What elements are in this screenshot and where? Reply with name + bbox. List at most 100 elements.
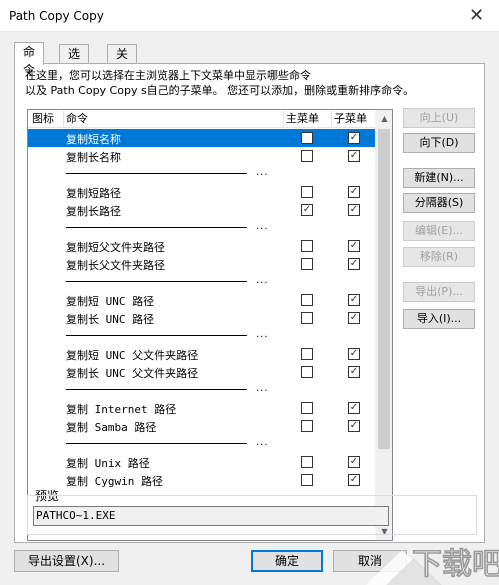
separator-row[interactable]: ... bbox=[28, 219, 377, 237]
sub-menu-checkbox[interactable]: ✓ bbox=[348, 420, 360, 432]
command-name: 复制长父文件夹路径 bbox=[66, 259, 165, 272]
separator-line bbox=[66, 173, 247, 174]
main-menu-checkbox[interactable] bbox=[301, 240, 313, 252]
sub-menu-checkbox[interactable]: ✓ bbox=[348, 294, 360, 306]
main-menu-checkbox[interactable] bbox=[301, 186, 313, 198]
command-name: 复制短父文件夹路径 bbox=[66, 241, 165, 254]
main-menu-checkbox[interactable] bbox=[301, 150, 313, 162]
header-sub-menu[interactable]: 子菜单 bbox=[334, 110, 376, 128]
description: 在这里，您可以选择在主浏览器上下文菜单中显示哪些命令 以及 Path Copy … bbox=[25, 68, 414, 98]
tab-options[interactable]: 选项 bbox=[59, 44, 90, 79]
main-menu-checkbox[interactable] bbox=[301, 366, 313, 378]
command-name: 复制长路径 bbox=[66, 205, 121, 218]
command-name: 复制短 UNC 父文件夹路径 bbox=[66, 349, 199, 362]
separator-dots: ... bbox=[256, 167, 269, 178]
command-name: 复制 Unix 路径 bbox=[66, 457, 150, 470]
export-button[interactable]: 导出(P)... bbox=[403, 282, 475, 302]
separator-line bbox=[66, 389, 247, 390]
tab-about[interactable]: 关于 bbox=[107, 44, 138, 79]
command-name: 复制长 UNC 父文件夹路径 bbox=[66, 367, 199, 380]
sub-menu-checkbox[interactable]: ✓ bbox=[348, 474, 360, 486]
main-menu-checkbox[interactable]: ✓ bbox=[301, 204, 313, 216]
move-up-button[interactable]: 向上(U) bbox=[403, 108, 475, 128]
command-name: 复制 Samba 路径 bbox=[66, 421, 157, 434]
commands-list[interactable]: 图标 命令 主菜单 子菜单 复制短名称 ✓ 复制长名称 ✓... 复制短路径 ✓ 复制长路径… bbox=[27, 109, 393, 541]
sub-menu-checkbox[interactable]: ✓ bbox=[348, 366, 360, 378]
import-button[interactable]: 导入(I)... bbox=[403, 309, 475, 329]
command-row[interactable]: 复制 Cygwin 路径 ✓ bbox=[28, 471, 377, 489]
command-name: 复制短名称 bbox=[66, 133, 121, 146]
description-line-2: 以及 Path Copy Copy s自己的子菜单。 您还可以添加，删除或重新排… bbox=[25, 84, 415, 97]
sub-menu-checkbox[interactable]: ✓ bbox=[348, 258, 360, 270]
command-row[interactable]: 复制长 UNC 父文件夹路径 ✓ bbox=[28, 363, 377, 381]
description-line-1: 在这里，您可以选择在主浏览器上下文菜单中显示哪些命令 bbox=[25, 69, 311, 82]
sub-menu-checkbox[interactable]: ✓ bbox=[348, 402, 360, 414]
main-menu-checkbox[interactable] bbox=[301, 258, 313, 270]
sub-menu-checkbox[interactable]: ✓ bbox=[348, 186, 360, 198]
main-menu-checkbox[interactable] bbox=[301, 132, 313, 144]
command-row[interactable]: 复制短名称 ✓ bbox=[28, 129, 377, 147]
command-row[interactable]: 复制短 UNC 路径 ✓ bbox=[28, 291, 377, 309]
header-icon[interactable]: 图标 bbox=[32, 110, 64, 128]
separator-dots: ... bbox=[256, 329, 269, 340]
command-row[interactable]: 复制长路径 ✓ ✓ bbox=[28, 201, 377, 219]
separator-row[interactable]: ... bbox=[28, 327, 377, 345]
vertical-scrollbar[interactable]: ▲ ▼ bbox=[375, 110, 392, 540]
header-main-menu[interactable]: 主菜单 bbox=[286, 110, 332, 128]
command-row[interactable]: 复制短 UNC 父文件夹路径 ✓ bbox=[28, 345, 377, 363]
main-menu-checkbox[interactable] bbox=[301, 312, 313, 324]
tab-commands[interactable]: 命令 bbox=[14, 42, 45, 77]
scroll-up-icon[interactable]: ▲ bbox=[376, 110, 392, 127]
command-name: 复制短 UNC 路径 bbox=[66, 295, 155, 308]
export-settings-button[interactable]: 导出设置(X)... bbox=[14, 550, 119, 572]
command-row[interactable]: 复制短父文件夹路径 ✓ bbox=[28, 237, 377, 255]
sub-menu-checkbox[interactable]: ✓ bbox=[348, 348, 360, 360]
separator-row[interactable]: ... bbox=[28, 435, 377, 453]
sub-menu-checkbox[interactable]: ✓ bbox=[348, 240, 360, 252]
separator-row[interactable]: ... bbox=[28, 381, 377, 399]
sub-menu-checkbox[interactable]: ✓ bbox=[348, 312, 360, 324]
move-down-button[interactable]: 向下(D) bbox=[403, 133, 475, 153]
watermark-text: 下载吧 bbox=[412, 547, 499, 582]
preview-field: PATHCO~1.EXE bbox=[33, 506, 389, 526]
main-menu-checkbox[interactable] bbox=[301, 456, 313, 468]
separator-row[interactable]: ... bbox=[28, 165, 377, 183]
main-menu-checkbox[interactable] bbox=[301, 420, 313, 432]
command-row[interactable]: 复制 Unix 路径 ✓ bbox=[28, 453, 377, 471]
separator-line bbox=[66, 443, 247, 444]
separator-dots: ... bbox=[256, 221, 269, 232]
command-name: 复制长 UNC 路径 bbox=[66, 313, 155, 326]
remove-button[interactable]: 移除(R) bbox=[403, 247, 475, 267]
sub-menu-checkbox[interactable]: ✓ bbox=[348, 204, 360, 216]
main-menu-checkbox[interactable] bbox=[301, 294, 313, 306]
cancel-button[interactable]: 取消 bbox=[333, 550, 407, 572]
command-row[interactable]: 复制 Internet 路径 ✓ bbox=[28, 399, 377, 417]
command-row[interactable]: 复制 Samba 路径 ✓ bbox=[28, 417, 377, 435]
edit-button[interactable]: 编辑(E)... bbox=[403, 221, 475, 241]
command-row[interactable]: 复制长父文件夹路径 ✓ bbox=[28, 255, 377, 273]
command-name: 复制 Internet 路径 bbox=[66, 403, 177, 416]
list-header: 图标 命令 主菜单 子菜单 bbox=[28, 110, 376, 128]
sub-menu-checkbox[interactable]: ✓ bbox=[348, 456, 360, 468]
separator-dots: ... bbox=[256, 437, 269, 448]
command-row[interactable]: 复制短路径 ✓ bbox=[28, 183, 377, 201]
separator-row[interactable]: ... bbox=[28, 273, 377, 291]
separator-line bbox=[66, 281, 247, 282]
main-menu-checkbox[interactable] bbox=[301, 474, 313, 486]
sub-menu-checkbox[interactable]: ✓ bbox=[348, 150, 360, 162]
sub-menu-checkbox[interactable]: ✓ bbox=[348, 132, 360, 144]
window-title: Path Copy Copy bbox=[9, 9, 104, 23]
command-row[interactable]: 复制长 UNC 路径 ✓ bbox=[28, 309, 377, 327]
command-name: 复制长名称 bbox=[66, 151, 121, 164]
header-command[interactable]: 命令 bbox=[66, 110, 284, 128]
main-menu-checkbox[interactable] bbox=[301, 402, 313, 414]
main-menu-checkbox[interactable] bbox=[301, 348, 313, 360]
scroll-thumb[interactable] bbox=[378, 129, 390, 449]
ok-button[interactable]: 确定 bbox=[251, 550, 323, 572]
new-button[interactable]: 新建(N)... bbox=[403, 168, 475, 188]
separator-button[interactable]: 分隔器(S) bbox=[403, 193, 475, 213]
separator-line bbox=[66, 335, 247, 336]
close-icon[interactable]: ✕ bbox=[454, 0, 499, 32]
command-row[interactable]: 复制长名称 ✓ bbox=[28, 147, 377, 165]
title-bar: Path Copy Copy ✕ bbox=[0, 0, 499, 32]
